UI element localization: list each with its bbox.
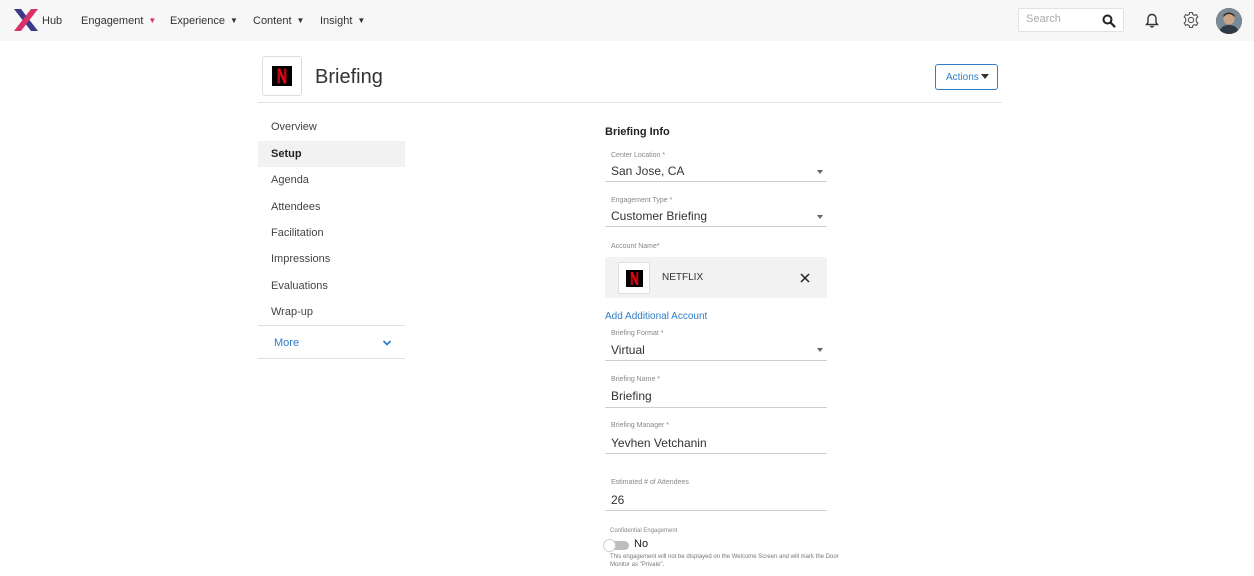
briefing-manager-input[interactable]: Briefing Manager * Yevhen Vetchanin xyxy=(605,420,827,454)
sidebar-item-agenda[interactable]: Agenda xyxy=(258,167,405,193)
field-label: Account Name* xyxy=(611,243,660,250)
account-logo xyxy=(618,262,650,294)
confidential-help-text: This engagement will not be displayed on… xyxy=(610,554,839,568)
sidebar-item-evaluations[interactable]: Evaluations xyxy=(258,273,405,299)
netflix-logo-icon xyxy=(272,66,292,86)
nav-menu-content[interactable]: Content ▼ xyxy=(253,15,304,27)
user-avatar[interactable] xyxy=(1216,8,1242,34)
toggle-knob xyxy=(603,539,616,552)
nav-menu-engagement[interactable]: Engagement ▼ xyxy=(81,15,156,27)
search-input[interactable] xyxy=(1026,13,1096,25)
field-underline xyxy=(605,510,827,511)
dropdown-arrow-icon xyxy=(817,215,823,219)
field-underline xyxy=(605,226,827,227)
netflix-logo-icon xyxy=(626,270,643,287)
sidebar-divider xyxy=(258,325,405,326)
field-underline xyxy=(605,407,827,408)
estimated-attendees-input[interactable]: Estimated # of Attendees 26 xyxy=(605,477,827,511)
app-name[interactable]: Hub xyxy=(42,15,62,27)
account-chip: NETFLIX xyxy=(605,257,827,298)
sidebar-item-attendees[interactable]: Attendees xyxy=(258,194,405,220)
sidebar-more-label: More xyxy=(274,337,300,349)
sidebar-item-overview[interactable]: Overview xyxy=(258,114,405,140)
briefing-name-input[interactable]: Briefing Name * Briefing xyxy=(605,374,827,408)
field-underline xyxy=(605,453,827,454)
avatar-icon xyxy=(1216,8,1242,34)
field-label: Center Location * xyxy=(611,152,666,159)
field-value: Virtual xyxy=(611,343,645,357)
briefing-format-select[interactable]: Briefing Format * Virtual xyxy=(605,328,827,361)
field-underline xyxy=(605,181,827,182)
nav-menu-label: Insight xyxy=(320,15,353,27)
dropdown-arrow-icon xyxy=(817,170,823,174)
sidebar-item-setup[interactable]: Setup xyxy=(258,141,405,167)
nav-menu-label: Experience xyxy=(170,15,226,27)
account-name-field: Account Name* xyxy=(605,241,827,255)
gear-icon[interactable] xyxy=(1182,11,1200,29)
bell-icon[interactable] xyxy=(1145,13,1159,29)
field-value: 26 xyxy=(611,493,625,507)
search-icon[interactable] xyxy=(1102,14,1116,28)
nav-menu-insight[interactable]: Insight ▼ xyxy=(320,15,365,27)
actions-button[interactable]: Actions xyxy=(935,64,998,90)
chevron-down-icon: ▼ xyxy=(357,16,366,25)
add-account-link[interactable]: Add Additional Account xyxy=(605,311,707,322)
nav-menu-experience[interactable]: Experience ▼ xyxy=(170,15,238,27)
chevron-down-icon xyxy=(382,340,392,346)
chevron-down-icon: ▼ xyxy=(296,16,305,25)
center-location-select[interactable]: Center Location * San Jose, CA xyxy=(605,150,827,182)
field-label: Engagement Type * xyxy=(611,197,673,204)
close-icon[interactable] xyxy=(799,272,811,284)
confidential-value: No xyxy=(634,538,649,550)
field-label: Briefing Format * xyxy=(611,330,664,337)
actions-button-label: Actions xyxy=(946,71,979,83)
field-value: Briefing xyxy=(611,389,652,403)
confidential-label: Confidential Engagement xyxy=(610,528,678,534)
field-label: Briefing Manager * xyxy=(611,422,669,429)
sidebar-item-impressions[interactable]: Impressions xyxy=(258,246,405,272)
dropdown-arrow-icon xyxy=(817,348,823,352)
engagement-type-select[interactable]: Engagement Type * Customer Briefing xyxy=(605,195,827,227)
account-logo xyxy=(262,56,302,96)
field-value: Yevhen Vetchanin xyxy=(611,436,707,450)
account-name: NETFLIX xyxy=(662,272,704,283)
nav-menu-label: Content xyxy=(253,15,292,27)
top-navigation-bar: Hub Engagement ▼ Experience ▼ Content ▼ Ins… xyxy=(0,0,1254,41)
field-label: Estimated # of Attendees xyxy=(611,479,689,486)
sidebar-item-facilitation[interactable]: Facilitation xyxy=(258,220,405,246)
page-title: Briefing xyxy=(315,66,383,88)
search-box xyxy=(1018,8,1124,32)
sidebar-divider xyxy=(258,358,405,359)
app-logo-icon[interactable] xyxy=(14,9,38,31)
nav-menu-label: Engagement xyxy=(81,15,144,27)
caret-down-icon xyxy=(981,74,989,79)
chevron-down-icon: ▼ xyxy=(148,16,157,25)
field-value: San Jose, CA xyxy=(611,164,685,178)
sidebar-more-toggle[interactable]: More xyxy=(258,328,405,358)
field-value: Customer Briefing xyxy=(611,209,708,223)
confidential-toggle[interactable] xyxy=(603,539,629,552)
field-label: Briefing Name * xyxy=(611,376,661,383)
chevron-down-icon: ▼ xyxy=(230,16,238,25)
header-divider xyxy=(258,102,1002,103)
section-title: Briefing Info xyxy=(605,126,670,138)
sidebar-item-wrap-up[interactable]: Wrap-up xyxy=(258,299,405,325)
field-underline xyxy=(605,360,827,361)
